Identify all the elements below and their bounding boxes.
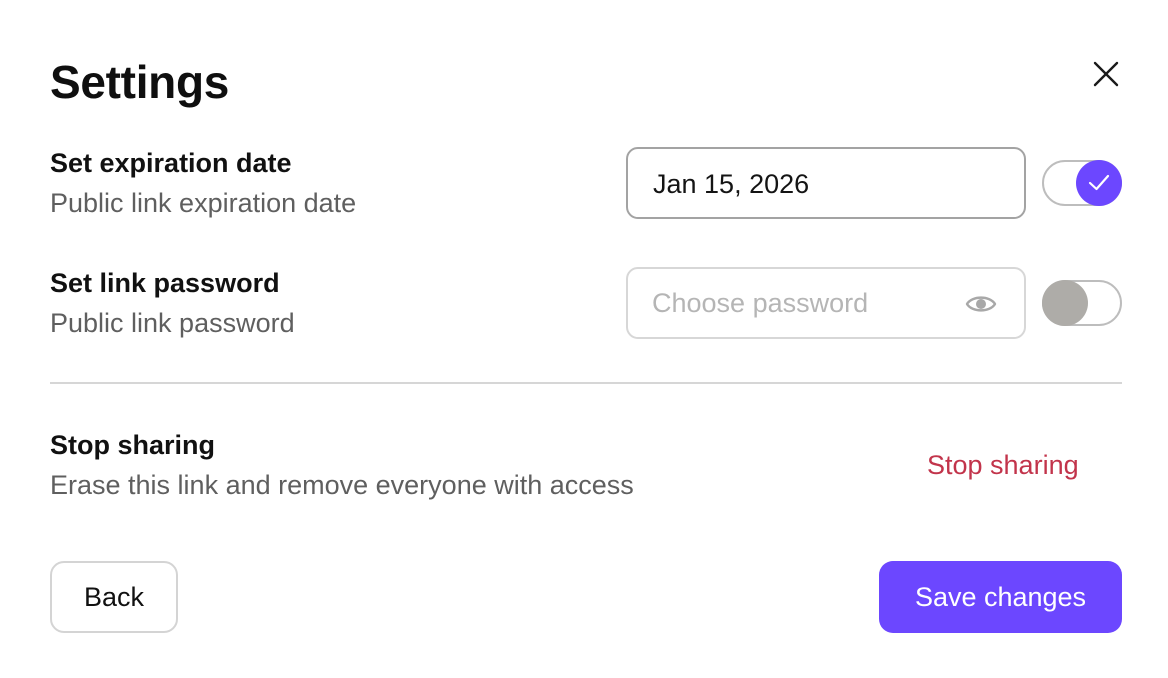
check-icon (1088, 174, 1110, 191)
password-input[interactable] (652, 286, 952, 320)
password-toggle[interactable] (1042, 280, 1122, 326)
expiration-date-field[interactable]: Jan 15, 2026 (626, 147, 1026, 219)
eye-icon (964, 296, 998, 322)
close-icon (1086, 55, 1126, 95)
expiration-description: Public link expiration date (50, 188, 357, 218)
expiration-title: Set expiration date (50, 148, 292, 178)
expiration-date-value: Jan 15, 2026 (653, 169, 810, 199)
close-button[interactable] (1086, 55, 1126, 95)
expiration-toggle[interactable] (1042, 160, 1122, 206)
stop-sharing-title: Stop sharing (50, 430, 216, 460)
toggle-knob (1076, 160, 1122, 206)
settings-dialog: Settings Set expiration date Public link… (0, 0, 1168, 678)
stop-sharing-description: Erase this link and remove everyone with… (50, 470, 634, 500)
password-field-container (626, 267, 1026, 339)
password-title: Set link password (50, 268, 280, 298)
show-password-button[interactable] (964, 289, 998, 319)
save-changes-button[interactable]: Save changes (879, 561, 1122, 633)
password-description: Public link password (50, 308, 295, 338)
toggle-knob (1042, 280, 1088, 326)
stop-sharing-button[interactable]: Stop sharing (927, 448, 1079, 482)
section-divider (50, 382, 1122, 384)
dialog-title: Settings (50, 56, 230, 108)
back-button[interactable]: Back (50, 561, 178, 633)
